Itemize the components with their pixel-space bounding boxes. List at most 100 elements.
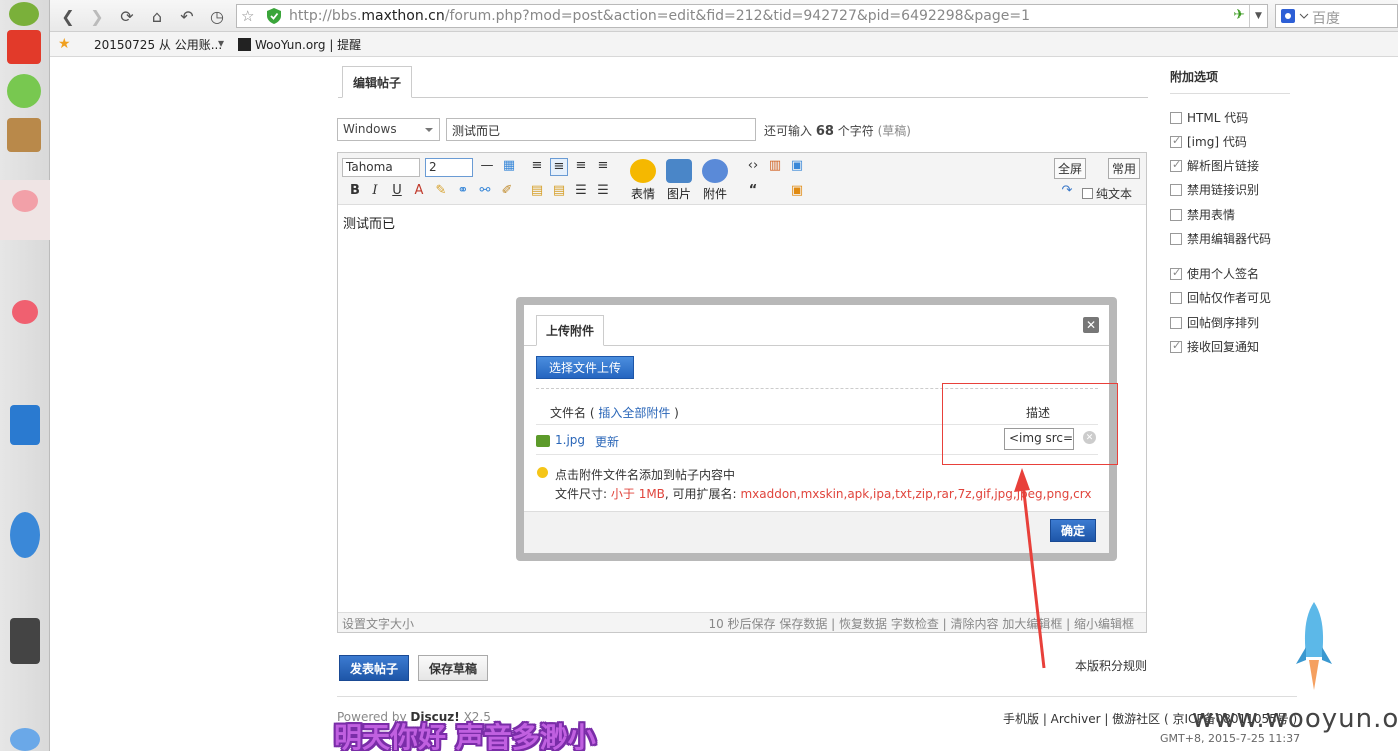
- attachment-button[interactable]: 附件: [698, 159, 732, 202]
- bookmarks-bar: ★ 20150725 从 公用账... ▾ WooYun.org | 提醒: [0, 32, 1398, 57]
- font-family-select[interactable]: Tahoma: [342, 158, 420, 177]
- bookmark-item[interactable]: WooYun.org | 提醒: [238, 36, 361, 53]
- clear-format-icon[interactable]: ✐: [498, 183, 516, 199]
- option-item[interactable]: 回帖倒序排列: [1170, 314, 1259, 331]
- tab-upload-attachment[interactable]: 上传附件: [536, 315, 604, 346]
- align-justify-icon[interactable]: ≡: [528, 158, 546, 174]
- option-checkbox[interactable]: [1170, 233, 1182, 245]
- plain-text-toggle[interactable]: 纯文本: [1081, 185, 1132, 202]
- option-checkbox[interactable]: [1170, 339, 1182, 353]
- table-icon[interactable]: ▦: [500, 158, 518, 174]
- option-item[interactable]: 回帖仅作者可见: [1170, 289, 1271, 306]
- align-center-icon[interactable]: ≡: [572, 158, 590, 174]
- dialog-footer: 确定: [524, 511, 1109, 553]
- save-draft-button[interactable]: 保存草稿: [418, 655, 488, 681]
- attachment-filename-link[interactable]: 1.jpg: [555, 433, 585, 447]
- hide-content-icon[interactable]: ▥: [766, 158, 784, 174]
- extension-icon[interactable]: ✈: [1233, 7, 1245, 23]
- favorites-star-icon[interactable]: ★: [58, 36, 71, 52]
- unordered-list-icon[interactable]: ☰: [594, 183, 612, 199]
- extra-options-panel: 附加选项: [1170, 68, 1290, 94]
- search-box[interactable]: 百度: [1275, 4, 1398, 28]
- fullscreen-button[interactable]: 全屏: [1053, 158, 1086, 179]
- option-checkbox[interactable]: [1170, 292, 1182, 304]
- editor-content[interactable]: 测试而已: [343, 213, 395, 232]
- rules-link[interactable]: 本版积分规则: [1075, 657, 1147, 674]
- page-break-icon[interactable]: ▣: [788, 158, 806, 174]
- emoticon-button[interactable]: 表情: [626, 159, 660, 202]
- heart-desktop-icon: [12, 300, 38, 324]
- refresh-icon[interactable]: ⟳: [116, 5, 138, 27]
- font-color-icon[interactable]: A: [410, 183, 428, 199]
- option-item[interactable]: 使用个人签名: [1170, 265, 1259, 282]
- horizontal-rule-icon[interactable]: —: [478, 158, 496, 174]
- confirm-button[interactable]: 确定: [1050, 519, 1096, 542]
- browser-sidebar: [0, 0, 50, 751]
- option-item[interactable]: 解析图片链接: [1170, 157, 1259, 174]
- address-dropdown-icon[interactable]: ▼: [1249, 5, 1267, 27]
- align-left-icon[interactable]: ≡: [550, 158, 568, 176]
- address-bar[interactable]: ☆ http://bbs.maxthon.cn/forum.php?mod=po…: [236, 4, 1268, 28]
- video-subtitle: 明天你好 声音多渺小: [334, 721, 596, 751]
- post-button[interactable]: 发表帖子: [339, 655, 409, 681]
- security-shield-icon[interactable]: [267, 8, 281, 24]
- tab-edit-post[interactable]: 编辑帖子: [342, 66, 412, 98]
- desktop-app-icon: [10, 728, 40, 751]
- float-left-icon[interactable]: ▤: [528, 183, 546, 199]
- weibo-icon[interactable]: [7, 30, 41, 64]
- option-item[interactable]: HTML 代码: [1170, 109, 1248, 126]
- paperclip-icon: [702, 159, 728, 183]
- notes-icon[interactable]: [7, 118, 41, 152]
- bookmark-star-icon[interactable]: ☆: [241, 7, 254, 25]
- option-checkbox[interactable]: [1170, 209, 1182, 221]
- align-right-icon[interactable]: ≡: [594, 158, 612, 174]
- history-icon[interactable]: ◷: [206, 5, 228, 27]
- float-right-icon[interactable]: ▤: [550, 183, 568, 199]
- home-icon[interactable]: ⌂: [146, 5, 168, 27]
- plain-text-checkbox[interactable]: [1081, 188, 1093, 199]
- highlight-icon[interactable]: ✎: [432, 183, 450, 199]
- quote-icon[interactable]: “: [744, 183, 762, 199]
- option-checkbox[interactable]: [1170, 184, 1182, 196]
- option-checkbox[interactable]: [1170, 134, 1182, 148]
- font-size-select[interactable]: 2: [425, 158, 473, 177]
- option-checkbox[interactable]: [1170, 266, 1182, 280]
- option-item[interactable]: 禁用链接识别: [1170, 181, 1259, 198]
- option-checkbox[interactable]: [1170, 158, 1182, 172]
- italic-icon[interactable]: I: [366, 183, 384, 199]
- close-icon[interactable]: ✕: [1083, 317, 1099, 333]
- search-engine-icon[interactable]: [1280, 8, 1310, 24]
- option-checkbox[interactable]: [1170, 317, 1182, 329]
- option-item[interactable]: 禁用编辑器代码: [1170, 230, 1271, 247]
- unlink-icon[interactable]: ⚯: [476, 183, 494, 199]
- option-checkbox[interactable]: [1170, 112, 1182, 124]
- option-label: 禁用表情: [1187, 208, 1236, 222]
- option-item[interactable]: [img] 代码: [1170, 133, 1247, 150]
- bookmark-item[interactable]: 20150725 从 公用账...: [94, 36, 222, 53]
- code-icon[interactable]: ‹›: [744, 158, 762, 174]
- bookmark-dropdown-icon[interactable]: ▾: [218, 36, 224, 50]
- option-item[interactable]: 接收回复通知: [1170, 338, 1259, 355]
- undo-close-icon[interactable]: ↶: [176, 5, 198, 27]
- redo-icon[interactable]: ↷: [1058, 183, 1076, 199]
- url-text[interactable]: http://bbs.maxthon.cn/forum.php?mod=post…: [289, 8, 1030, 24]
- post-type-select[interactable]: Windows: [337, 118, 440, 141]
- bold-icon[interactable]: B: [346, 183, 364, 199]
- smiley-icon[interactable]: [7, 74, 41, 108]
- draft-link[interactable]: (草稿): [878, 124, 911, 138]
- subject-input[interactable]: 测试而已: [446, 118, 756, 141]
- option-item[interactable]: 禁用表情: [1170, 206, 1235, 223]
- forward-icon[interactable]: ❯: [86, 5, 108, 27]
- attachment-update-link[interactable]: 更新: [595, 433, 619, 450]
- link-icon[interactable]: ⚭: [454, 183, 472, 199]
- ordered-list-icon[interactable]: ☰: [572, 183, 590, 199]
- back-icon[interactable]: ❮: [57, 5, 79, 27]
- image-button[interactable]: 图片: [662, 159, 696, 202]
- editor-status-links[interactable]: 10 秒后保存 保存数据 | 恢复数据 字数检查 | 清除内容 加大编辑框 | …: [708, 615, 1134, 632]
- flash-icon[interactable]: ▣: [788, 183, 806, 199]
- underline-icon[interactable]: U: [388, 183, 406, 199]
- common-button[interactable]: 常用: [1107, 158, 1140, 179]
- app-logo-icon[interactable]: [9, 2, 39, 26]
- choose-file-button[interactable]: 选择文件上传: [536, 356, 634, 379]
- insert-all-link[interactable]: 插入全部附件: [598, 406, 670, 420]
